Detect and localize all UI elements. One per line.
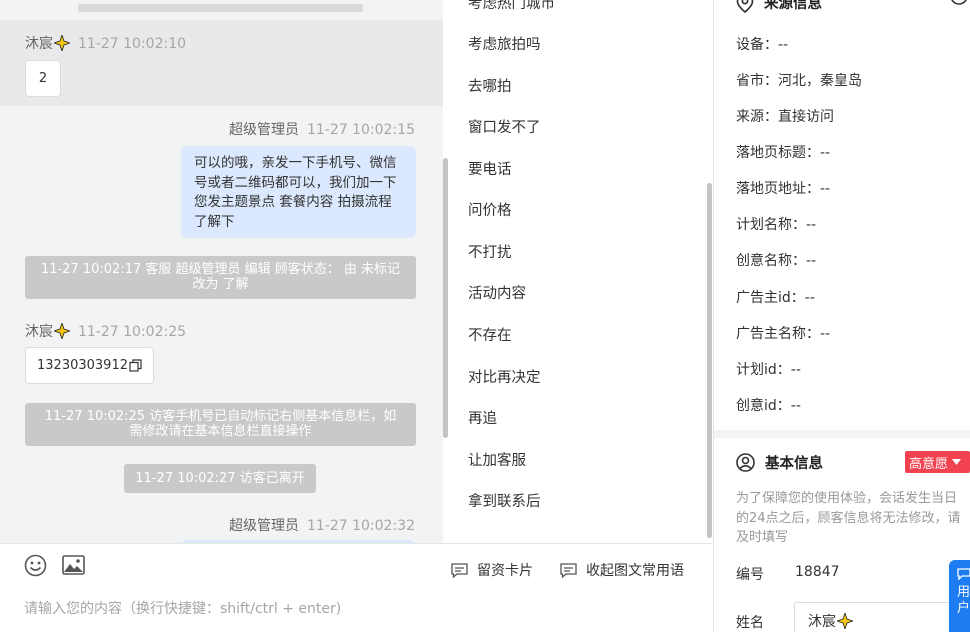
sender-name: 超级管理员 xyxy=(228,518,299,534)
source-field-landing-url: 落地页地址：-- xyxy=(736,181,831,197)
user-float-label: 用户 xyxy=(957,585,970,616)
source-field-device: 设备：-- xyxy=(736,37,789,53)
name-field[interactable]: 沐宸 xyxy=(794,602,964,632)
edit-icon[interactable] xyxy=(949,0,969,8)
image-icon[interactable] xyxy=(62,555,85,575)
message-time: 11-27 10:02:15 xyxy=(306,122,415,138)
chat-bubble-icon xyxy=(957,568,970,581)
intent-level-dropdown[interactable]: 高意愿 xyxy=(905,451,970,473)
sparkle-sticker-icon xyxy=(54,323,70,339)
user-circle-icon xyxy=(736,453,755,472)
system-notice: 11-27 10:02:25 访客手机号已自动标记右侧基本信息栏，如需修改请在基… xyxy=(25,403,416,446)
source-field-creative-id: 创意id：-- xyxy=(736,398,801,414)
source-field-advertiser-name: 广告主名称：-- xyxy=(736,326,831,342)
section-separator xyxy=(714,430,970,438)
source-field-province-city: 省市：河北，秦皇岛 xyxy=(736,73,862,89)
agent-message: 可以的哦，亲发一下手机号、微信号或者二维码都可以，我们加一下您发主题景点 套餐内… xyxy=(181,146,416,238)
sparkle-sticker-icon xyxy=(837,613,853,629)
source-info-label: 来源信息 xyxy=(764,0,822,12)
name-value: 沐宸 xyxy=(808,614,836,630)
basic-info-label: 基本信息 xyxy=(765,456,823,472)
source-field-source: 来源：直接访问 xyxy=(736,109,834,125)
customer-info-panel: 来源信息 设备：-- 省市：河北，秦皇岛 来源：直接访问 落地页标题：-- 落地… xyxy=(714,0,970,632)
message-text: 2 xyxy=(38,71,48,86)
source-field-plan-name: 计划名称：-- xyxy=(736,217,817,233)
message-text: 可以的哦，亲发一下手机号、微信号或者二维码都可以，我们加一下您发主题景点 套餐内… xyxy=(194,155,397,230)
message-time: 11-27 10:02:32 xyxy=(306,518,415,534)
source-field-landing-title: 落地页标题：-- xyxy=(736,145,831,161)
id-label: 编号 xyxy=(736,567,764,583)
name-label: 姓名 xyxy=(736,615,764,631)
phrase-item[interactable]: 不存在 xyxy=(468,324,512,345)
phrase-item[interactable]: 去哪拍 xyxy=(468,75,512,96)
customer-message: 2 xyxy=(25,60,61,97)
location-pin-icon xyxy=(736,0,754,13)
id-value: 18847 xyxy=(795,564,840,580)
message-input-area: 留资卡片 收起图文常用语 请输入您的内容（换行快捷键：shift/ctrl + … xyxy=(0,543,714,632)
collapse-phrases-label: 收起图文常用语 xyxy=(586,563,684,579)
message-meta: 超级管理员 11-27 10:02:32 xyxy=(229,515,415,535)
message-time: 11-27 10:02:10 xyxy=(78,36,187,52)
message-meta: 沐宸 11-27 10:02:10 xyxy=(25,33,186,53)
message-card-icon xyxy=(560,562,577,578)
previous-message-stub xyxy=(78,4,363,12)
phrase-item[interactable]: 让加客服 xyxy=(468,449,526,470)
chat-panel: 沐宸 11-27 10:02:10 2 超级管理员 11-27 10:02:15 可… xyxy=(0,0,443,543)
sender-name: 沐宸 xyxy=(25,36,53,52)
emoji-icon[interactable] xyxy=(24,554,47,577)
phrase-item[interactable]: 对比再决定 xyxy=(468,366,541,387)
copy-icon[interactable] xyxy=(129,359,142,372)
quick-phrases-panel: 考虑热门城市 考虑旅拍吗 去哪拍 窗口发不了 要电话 问价格 不打扰 活动内容 … xyxy=(450,0,714,543)
sparkle-sticker-icon xyxy=(54,35,70,51)
system-notice-text: 11-27 10:02:25 访客手机号已自动标记右侧基本信息栏，如需修改请在基… xyxy=(44,409,397,439)
sender-name: 沐宸 xyxy=(25,324,53,340)
sender-name: 超级管理员 xyxy=(228,122,299,138)
phrase-item[interactable]: 拿到联系后 xyxy=(468,490,541,511)
phrase-item[interactable]: 要电话 xyxy=(468,158,512,179)
source-field-advertiser-id: 广告主id：-- xyxy=(736,290,815,306)
lead-card-label: 留资卡片 xyxy=(477,563,533,579)
intent-level-label: 高意愿 xyxy=(909,456,949,472)
message-time: 11-27 10:02:25 xyxy=(78,324,187,340)
user-float-button[interactable]: 用户 xyxy=(949,560,970,632)
source-field-plan-id: 计划id：-- xyxy=(736,362,801,378)
message-card-icon xyxy=(451,562,468,578)
caret-down-icon xyxy=(952,459,962,465)
message-meta: 沐宸 11-27 10:02:25 xyxy=(25,321,186,341)
edit-notice: 为了保障您的使用体验，会话发生当日的24点之后，顾客信息将无法修改，请及时填写 xyxy=(736,491,961,545)
message-text: 13230303912 xyxy=(37,358,128,373)
phrase-item[interactable]: 再追 xyxy=(468,407,497,428)
phrase-item[interactable]: 活动内容 xyxy=(468,282,526,303)
chat-scrollbar[interactable] xyxy=(443,158,448,438)
collapse-phrases-button[interactable]: 收起图文常用语 xyxy=(560,560,684,580)
phrases-scrollbar[interactable] xyxy=(707,183,712,538)
source-info-title: 来源信息 xyxy=(736,0,822,13)
phrase-item[interactable]: 问价格 xyxy=(468,199,512,220)
system-notice-text: 11-27 10:02:27 访客已离开 xyxy=(135,471,305,486)
message-meta: 超级管理员 11-27 10:02:15 xyxy=(229,119,415,139)
lead-card-button[interactable]: 留资卡片 xyxy=(451,560,533,580)
system-notice: 11-27 10:02:27 访客已离开 xyxy=(124,464,316,493)
system-notice: 11-27 10:02:17 客服 超级管理员 编辑 顾客状态： 由 未标记 改… xyxy=(25,256,416,299)
message-input[interactable]: 请输入您的内容（换行快捷键：shift/ctrl + enter) xyxy=(24,598,341,618)
customer-message: 13230303912 xyxy=(25,347,154,384)
phrase-item[interactable]: 窗口发不了 xyxy=(468,116,541,137)
system-notice-text: 11-27 10:02:17 客服 超级管理员 编辑 顾客状态： 由 未标记 改… xyxy=(40,262,401,292)
basic-info-title: 基本信息 xyxy=(736,452,823,473)
phrase-item[interactable]: 考虑旅拍吗 xyxy=(468,33,541,54)
source-field-creative-name: 创意名称：-- xyxy=(736,253,817,269)
phrase-item[interactable]: 不打扰 xyxy=(468,241,512,262)
phrase-item[interactable]: 考虑热门城市 xyxy=(468,0,555,13)
